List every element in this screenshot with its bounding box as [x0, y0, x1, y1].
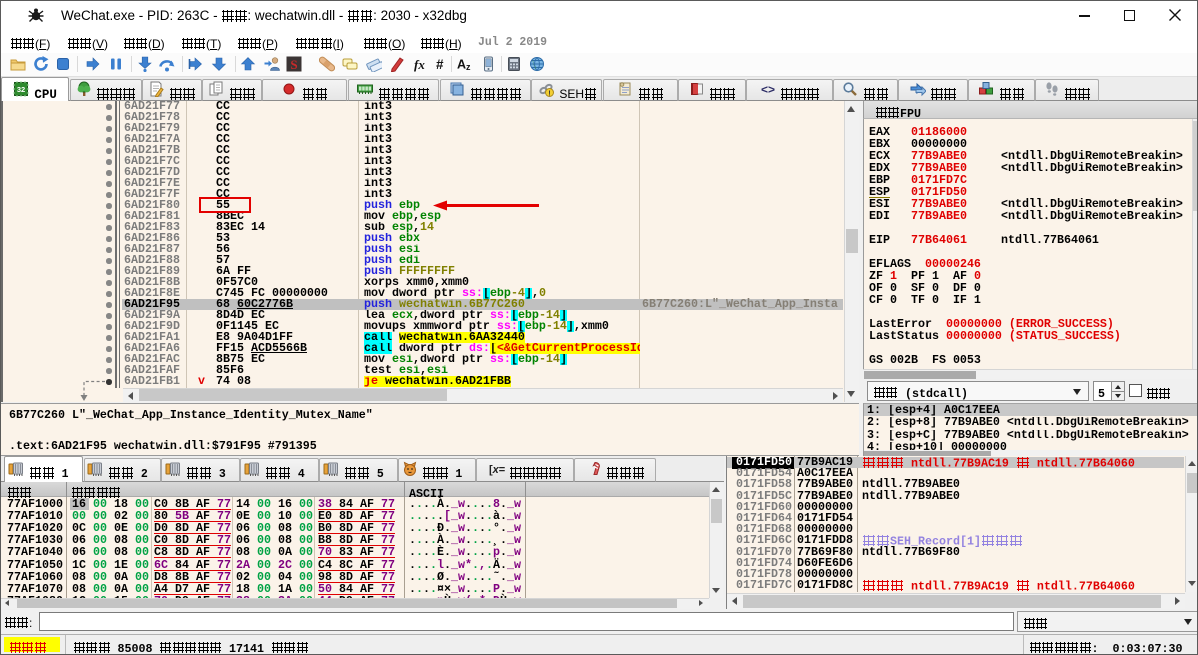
- svg-text:[x=]: [x=]: [489, 464, 505, 476]
- svg-text:A: A: [457, 58, 466, 72]
- svg-text:#: #: [436, 57, 444, 72]
- svg-text:fx: fx: [414, 57, 425, 72]
- svg-text:<>: <>: [760, 83, 774, 97]
- svg-text:z: z: [466, 62, 471, 72]
- svg-text:S: S: [290, 57, 297, 72]
- svg-text:!: !: [549, 91, 551, 98]
- svg-text:32: 32: [17, 85, 25, 94]
